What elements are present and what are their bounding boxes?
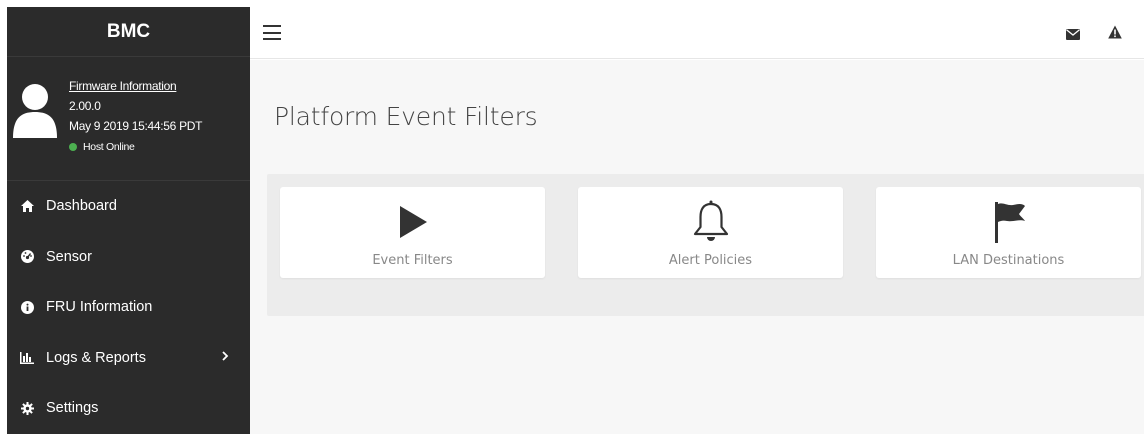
bar-chart-icon: [20, 351, 34, 365]
sidebar: BMC Firmware Information 2.00.0 May 9 20…: [7, 7, 250, 434]
sidebar-item-settings[interactable]: Settings: [7, 383, 250, 434]
sidebar-item-label: Logs & Reports: [46, 349, 146, 366]
alert-policies-card[interactable]: Alert Policies: [578, 187, 843, 278]
play-icon: [393, 201, 433, 243]
hamburger-icon[interactable]: [263, 25, 281, 41]
chevron-right-icon: [222, 350, 229, 361]
main-content: Platform Event Filters Event Filters Ale…: [250, 60, 1144, 434]
sidebar-item-label: FRU Information: [46, 299, 153, 316]
firmware-version: 2.00.0: [69, 99, 101, 113]
host-status-dot-icon: [69, 143, 77, 151]
flag-icon: [989, 201, 1029, 243]
firmware-information-link[interactable]: Firmware Information: [69, 76, 202, 96]
firmware-panel: Firmware Information 2.00.0 May 9 2019 1…: [7, 57, 250, 181]
lan-destinations-card[interactable]: LAN Destinations: [876, 187, 1141, 278]
firmware-build-date: May 9 2019 15:44:56 PDT: [69, 119, 203, 133]
top-bar: [250, 7, 1144, 59]
host-status-label: Host Online: [83, 141, 135, 153]
envelope-icon[interactable]: [1066, 29, 1080, 40]
card-label: LAN Destinations: [952, 253, 1065, 268]
page-title: Platform Event Filters: [274, 102, 538, 131]
event-filters-card[interactable]: Event Filters: [280, 187, 545, 278]
sidebar-item-dashboard[interactable]: Dashboard: [7, 181, 250, 232]
card-label: Alert Policies: [668, 253, 753, 268]
gear-icon: [20, 401, 34, 415]
home-icon: [20, 199, 34, 213]
sidebar-menu: Dashboard Sensor FRU Information Logs & …: [7, 181, 250, 434]
sidebar-item-label: Dashboard: [46, 198, 117, 215]
sidebar-item-label: Settings: [46, 400, 99, 417]
info-icon: [20, 300, 34, 314]
sidebar-item-sensor[interactable]: Sensor: [7, 232, 250, 283]
sidebar-item-label: Sensor: [46, 248, 92, 265]
dashboard-gauge-icon: [20, 250, 34, 264]
sidebar-item-logs-reports[interactable]: Logs & Reports: [7, 333, 250, 384]
sidebar-item-fru-information[interactable]: FRU Information: [7, 282, 250, 333]
firmware-info: Firmware Information 2.00.0 May 9 2019 1…: [69, 76, 202, 157]
pef-cards-panel: Event Filters Alert Policies LAN Destina…: [267, 174, 1144, 316]
warning-icon[interactable]: [1108, 25, 1122, 39]
card-label: Event Filters: [372, 253, 453, 268]
user-avatar-icon: [13, 84, 57, 138]
brand-title: BMC: [7, 7, 250, 57]
host-status: Host Online: [69, 137, 202, 157]
bell-icon: [691, 200, 731, 243]
